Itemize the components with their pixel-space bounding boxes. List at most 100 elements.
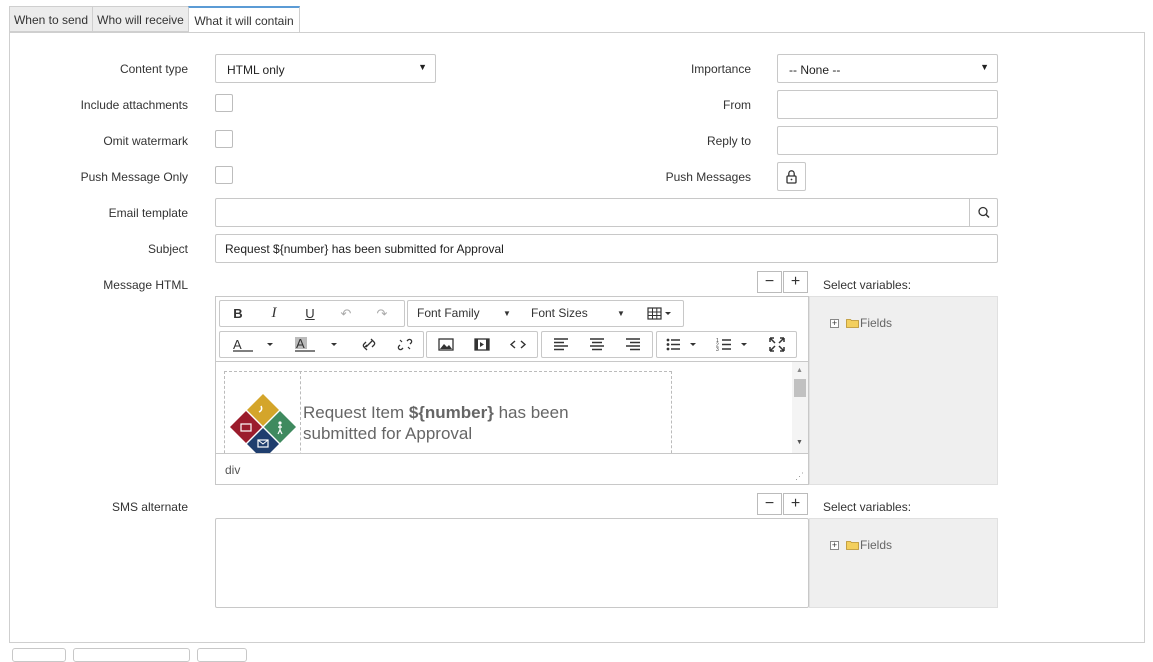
- form-button-1[interactable]: [12, 648, 66, 662]
- italic-button[interactable]: I: [262, 301, 286, 326]
- company-logo: [230, 394, 296, 454]
- element-path[interactable]: div: [225, 463, 240, 477]
- scroll-down-icon[interactable]: ▼: [796, 439, 803, 446]
- omit-watermark-label: Omit watermark: [103, 134, 188, 148]
- message-variables-label: Select variables:: [823, 278, 912, 292]
- tab-when-to-send[interactable]: When to send: [9, 6, 93, 32]
- font-family-dropdown[interactable]: Font Family ▼: [417, 301, 517, 326]
- undo-icon[interactable]: ↶: [334, 301, 358, 326]
- form-button-2[interactable]: [73, 648, 190, 662]
- align-center-button[interactable]: [584, 332, 610, 357]
- message-html-editor[interactable]: B I U ↶ ↷ Font Family ▼ Font Sizes ▼ A A…: [215, 296, 809, 485]
- search-icon: [978, 206, 990, 219]
- expand-plus-icon[interactable]: +: [830, 541, 839, 550]
- email-template-input[interactable]: [215, 198, 998, 227]
- sms-alternate-textarea[interactable]: [215, 518, 809, 608]
- editor-content-text: Request Item ${number} has been submitte…: [303, 402, 569, 444]
- numbered-list-button[interactable]: 1 2 3: [712, 332, 758, 357]
- caret-down-icon: ▼: [503, 309, 511, 318]
- importance-label: Importance: [690, 62, 751, 76]
- unlink-icon: [397, 338, 413, 351]
- from-input[interactable]: [777, 90, 998, 119]
- bullet-list-icon: [666, 338, 696, 351]
- tab-label: When to send: [13, 13, 89, 27]
- media-toolbar-group: [426, 331, 538, 358]
- subject-label: Subject: [147, 242, 188, 256]
- message-html-expand-button[interactable]: +: [783, 271, 808, 293]
- include-attachments-checkbox[interactable]: [215, 94, 233, 112]
- fields-tree-node[interactable]: Fields: [860, 316, 892, 330]
- align-center-icon: [590, 338, 604, 351]
- resize-handle-icon[interactable]: ⋰: [795, 471, 804, 482]
- numbered-list-icon: 1 2 3: [716, 338, 747, 353]
- subject-input[interactable]: Request ${number} has been submitted for…: [215, 234, 998, 263]
- align-toolbar-group: [541, 331, 653, 358]
- sms-expand-button[interactable]: +: [783, 493, 808, 515]
- content-suffix: has been: [493, 403, 569, 422]
- format-toolbar-group: B I U ↶ ↷: [219, 300, 405, 327]
- scroll-up-icon[interactable]: ▲: [796, 367, 803, 374]
- editor-status-bar: div ⋰: [216, 453, 808, 485]
- bullet-list-button[interactable]: [661, 332, 707, 357]
- svg-text:A: A: [296, 336, 305, 351]
- omit-watermark-checkbox[interactable]: [215, 130, 233, 148]
- sms-variables-panel: + Fields: [809, 518, 998, 608]
- fullscreen-button[interactable]: [764, 332, 790, 357]
- email-template-label: Email template: [108, 206, 188, 220]
- table-icon: [647, 307, 671, 320]
- background-color-icon: A: [295, 336, 337, 352]
- align-right-icon: [626, 338, 640, 351]
- subject-value: Request ${number} has been submitted for…: [225, 242, 504, 256]
- push-messages-lock-button[interactable]: [777, 162, 806, 191]
- insert-link-button[interactable]: [356, 332, 382, 357]
- message-html-shrink-button[interactable]: −: [757, 271, 782, 293]
- folder-icon: [846, 319, 859, 328]
- sms-alternate-label: SMS alternate: [111, 500, 188, 514]
- background-color-button[interactable]: A: [290, 332, 344, 357]
- align-right-button[interactable]: [620, 332, 646, 357]
- content-type-select[interactable]: HTML only ▼: [215, 54, 436, 83]
- insert-video-button[interactable]: [469, 332, 495, 357]
- svg-text:3: 3: [716, 347, 719, 353]
- align-left-button[interactable]: [548, 332, 574, 357]
- importance-value: -- None --: [789, 63, 841, 77]
- expand-plus-icon[interactable]: +: [830, 319, 839, 328]
- sms-variables-label: Select variables:: [823, 500, 912, 514]
- remove-link-button[interactable]: [392, 332, 418, 357]
- code-icon: [509, 340, 527, 349]
- reply-to-label: Reply to: [706, 134, 751, 148]
- push-message-only-checkbox[interactable]: [215, 166, 233, 184]
- message-html-label: Message HTML: [103, 278, 188, 292]
- insert-image-button[interactable]: [433, 332, 459, 357]
- caret-down-icon: ▼: [617, 309, 625, 318]
- redo-icon[interactable]: ↷: [370, 301, 394, 326]
- message-variables-panel: + Fields: [809, 296, 998, 485]
- editor-scrollbar[interactable]: ▲ ▼: [792, 362, 808, 454]
- editor-content-area[interactable]: Request Item ${number} has been submitte…: [216, 361, 808, 454]
- email-template-lookup-button[interactable]: [969, 199, 997, 226]
- tab-label: What it will contain: [194, 14, 294, 28]
- scrollbar-thumb[interactable]: [794, 379, 806, 397]
- caret-down-icon: ▼: [980, 62, 989, 72]
- fields-tree-node[interactable]: Fields: [860, 538, 892, 552]
- sms-shrink-button[interactable]: −: [757, 493, 782, 515]
- align-left-icon: [554, 338, 568, 351]
- importance-select[interactable]: -- None -- ▼: [777, 54, 998, 83]
- font-sizes-label: Font Sizes: [531, 306, 588, 320]
- caret-down-icon: ▼: [418, 62, 427, 72]
- from-label: From: [723, 98, 751, 112]
- include-attachments-label: Include attachments: [80, 98, 188, 112]
- text-color-button[interactable]: A: [226, 332, 280, 357]
- color-link-toolbar-group: A A: [219, 331, 424, 358]
- form-button-3[interactable]: [197, 648, 247, 662]
- font-sizes-dropdown[interactable]: Font Sizes ▼: [531, 301, 631, 326]
- content-prefix: Request Item: [303, 403, 409, 422]
- bold-button[interactable]: B: [226, 301, 250, 326]
- list-toolbar-group: 1 2 3: [656, 331, 797, 358]
- underline-button[interactable]: U: [298, 301, 322, 326]
- tab-what-it-will-contain[interactable]: What it will contain: [188, 6, 300, 33]
- reply-to-input[interactable]: [777, 126, 998, 155]
- table-button[interactable]: [644, 301, 680, 326]
- source-code-button[interactable]: [505, 332, 531, 357]
- tab-who-will-receive[interactable]: Who will receive: [92, 6, 189, 32]
